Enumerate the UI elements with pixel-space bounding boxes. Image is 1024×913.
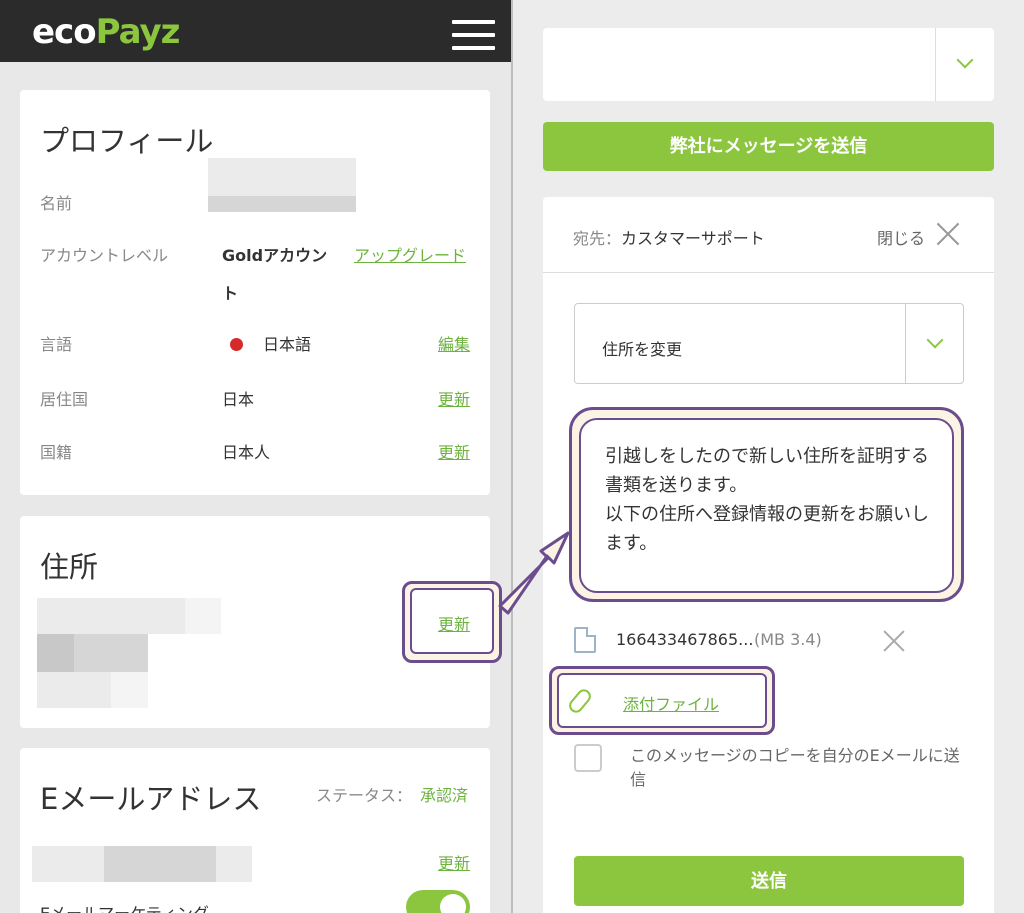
account-level-value: Goldアカウン (222, 246, 328, 265)
ecopayz-logo[interactable]: ecoPayz (32, 12, 181, 52)
email-status-label: ステータス： (316, 786, 413, 805)
attach-file-label: 添付ファイル (623, 695, 720, 714)
update-address-button[interactable]: 更新 (410, 588, 494, 654)
update-country-link[interactable]: 更新 (438, 386, 470, 410)
profile-title: プロフィール (40, 124, 214, 158)
name-label: 名前 (40, 194, 73, 213)
update-email-link[interactable]: 更新 (438, 850, 470, 874)
email-status-value: 承認済 (420, 786, 469, 805)
message-text: 引越しをしたので新しい住所を証明する書類を送ります。 以下の住所へ登録情報の更新… (605, 446, 929, 554)
email-title: Eメールアドレス (40, 782, 262, 816)
recipient: 宛先：カスタマーサポート (573, 225, 765, 249)
paperclip-icon (566, 686, 594, 716)
redacted-address (185, 598, 221, 634)
account-select[interactable] (543, 28, 994, 101)
attach-file-button[interactable]: 添付ファイル (557, 673, 767, 728)
redacted-address (37, 634, 74, 672)
logo-payz-text: Payz (95, 12, 181, 52)
attached-file: 166433467865... (MB 3.4) (574, 625, 964, 657)
upgrade-link[interactable]: アップグレード (354, 242, 466, 266)
chevron-down-icon (926, 331, 944, 349)
email-card: Eメールアドレス ステータス： 承認済 更新 Eメールマーケティング (20, 748, 490, 913)
select-separator (905, 304, 906, 383)
copy-email-checkbox[interactable] (574, 744, 602, 772)
update-nationality-link[interactable]: 更新 (438, 439, 470, 463)
file-name: 166433467865... (616, 630, 754, 649)
nationality-value: 日本人 (222, 443, 271, 462)
send-message-button[interactable]: 弊社にメッセージを送信 (543, 122, 994, 171)
language-value: 日本語 (230, 331, 311, 355)
profile-panel: ecoPayz プロフィール 名前 アカウントレベル Goldアカウン ト アッ… (0, 0, 511, 913)
redacted-name (208, 158, 356, 196)
logo-eco-text: eco (32, 12, 97, 52)
close-label[interactable]: 閉じる (877, 225, 925, 249)
recipient-value: カスタマーサポート (621, 229, 765, 248)
file-size: (MB 3.4) (754, 630, 822, 649)
message-textarea[interactable]: 引越しをしたので新しい住所を証明する書類を送ります。 以下の住所へ登録情報の更新… (579, 418, 954, 593)
redacted-address (74, 634, 148, 672)
hamburger-menu-icon[interactable] (452, 20, 495, 50)
top-bar: ecoPayz (0, 0, 511, 62)
language-text: 日本語 (263, 335, 312, 354)
japan-flag-icon (230, 338, 243, 351)
menu-bar (452, 33, 495, 37)
recipient-label: 宛先： (573, 229, 622, 248)
message-header: 宛先：カスタマーサポート 閉じる (543, 197, 994, 273)
toggle-knob (440, 894, 466, 913)
topic-value: 住所を変更 (602, 340, 683, 359)
close-icon[interactable] (935, 221, 961, 247)
chevron-down-icon (956, 51, 974, 69)
select-separator (935, 28, 936, 101)
remove-file-icon[interactable] (882, 629, 906, 653)
image-file-icon (574, 627, 596, 653)
copy-email-label: このメッセージのコピーを自分のEメールに送信 (630, 746, 960, 789)
menu-bar (452, 20, 495, 24)
topic-select[interactable]: 住所を変更 (574, 303, 964, 384)
country-value: 日本 (222, 390, 255, 409)
redacted-address (111, 672, 148, 708)
address-title: 住所 (40, 550, 99, 584)
account-level-value-cont: ト (222, 284, 239, 303)
email-marketing-toggle[interactable] (406, 890, 470, 913)
edit-language-link[interactable]: 編集 (438, 331, 470, 355)
panel-divider (511, 0, 513, 913)
menu-bar (452, 46, 495, 50)
account-level-label: アカウントレベル (40, 246, 169, 265)
redacted-address (37, 598, 185, 634)
country-label: 居住国 (40, 390, 89, 409)
redacted-name (208, 196, 356, 212)
nationality-label: 国籍 (40, 443, 73, 462)
profile-card: プロフィール 名前 アカウントレベル Goldアカウン ト アップグレード 言語… (20, 90, 490, 495)
language-label: 言語 (40, 335, 73, 354)
send-button[interactable]: 送信 (574, 856, 964, 906)
redacted-email (104, 846, 216, 882)
update-address-link[interactable]: 更新 (438, 611, 470, 635)
email-marketing-label: Eメールマーケティング (40, 900, 209, 913)
